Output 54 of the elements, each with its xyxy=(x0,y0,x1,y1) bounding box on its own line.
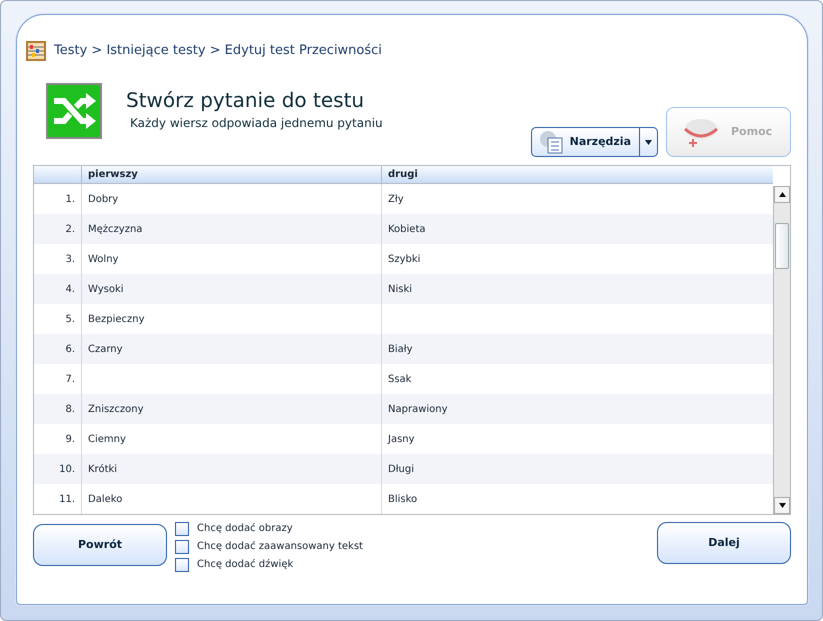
tools-button[interactable]: Narzędzia xyxy=(530,127,658,157)
row-number: 8. xyxy=(65,402,75,416)
row-number: 7. xyxy=(65,372,75,386)
table-cell-text: Blisko xyxy=(388,492,418,506)
table-cell-text: Biały xyxy=(388,342,413,356)
page-title: Stwórz pytanie do testu xyxy=(126,89,366,111)
checkbox-label: Chcę dodać obrazy xyxy=(197,522,293,536)
column-header[interactable]: pierwszy xyxy=(82,166,382,183)
table-cell-text: Jasny xyxy=(388,432,415,446)
row-number: 4. xyxy=(65,282,75,296)
row-number: 3. xyxy=(65,252,75,266)
shuffle-icon xyxy=(46,83,102,139)
row-number: 10. xyxy=(59,462,75,476)
table-cell-text: Zniszczony xyxy=(88,402,144,416)
row-number: 1. xyxy=(65,192,75,206)
table-cell-text: Mężczyzna xyxy=(88,222,142,236)
row-number: 5. xyxy=(65,312,75,326)
table-cell-text: Krótki xyxy=(88,462,118,476)
row-number: 11. xyxy=(59,492,75,506)
row-number: 2. xyxy=(65,222,75,236)
table-cell-text: Ciemny xyxy=(88,432,126,446)
table-cell-text: Bezpieczny xyxy=(88,312,145,326)
scroll-thumb[interactable] xyxy=(775,223,789,269)
checkbox[interactable] xyxy=(175,540,189,554)
scroll-up-button[interactable] xyxy=(774,186,790,203)
checkbox[interactable] xyxy=(175,558,189,572)
table-cell-text: Wysoki xyxy=(88,282,124,296)
column-header[interactable]: drugi xyxy=(382,166,773,183)
checkbox-label: Chcę dodać dźwięk xyxy=(197,558,294,572)
breadcrumb: Testy > Istniejące testy > Edytuj test Przeciwności xyxy=(54,42,382,60)
back-button[interactable]: Powrót xyxy=(33,524,167,566)
table-cell-text: Zły xyxy=(388,192,404,206)
table-cell-text: Długi xyxy=(388,462,414,476)
scroll-down-button[interactable] xyxy=(774,497,790,514)
row-number: 9. xyxy=(65,432,75,446)
next-button[interactable]: Dalej xyxy=(657,522,791,564)
table-cell-text: Niski xyxy=(388,282,412,296)
table-cell-text: Kobieta xyxy=(388,222,426,236)
table-cell-text: Szybki xyxy=(388,252,420,266)
dropdown-caret-icon xyxy=(645,140,652,144)
scrollbar[interactable] xyxy=(773,186,790,514)
table-cell-text: Ssak xyxy=(388,372,412,386)
up-arrow-icon xyxy=(778,192,786,197)
table-cell-text: Daleko xyxy=(88,492,122,506)
checkbox-label: Chcę dodać zaawansowany tekst xyxy=(197,540,363,554)
table-cell-text: Czarny xyxy=(88,342,123,356)
checkbox[interactable] xyxy=(175,522,189,536)
down-arrow-icon xyxy=(778,503,786,508)
table-cell-text: Naprawiony xyxy=(388,402,448,416)
table-cell-text: Wolny xyxy=(88,252,118,266)
table-cell-text: Dobry xyxy=(88,192,118,206)
abacus-icon xyxy=(26,41,46,61)
row-number: 6. xyxy=(65,342,75,356)
page-subtitle: Każdy wiersz odpowiada jednemu pytaniu xyxy=(130,115,383,132)
